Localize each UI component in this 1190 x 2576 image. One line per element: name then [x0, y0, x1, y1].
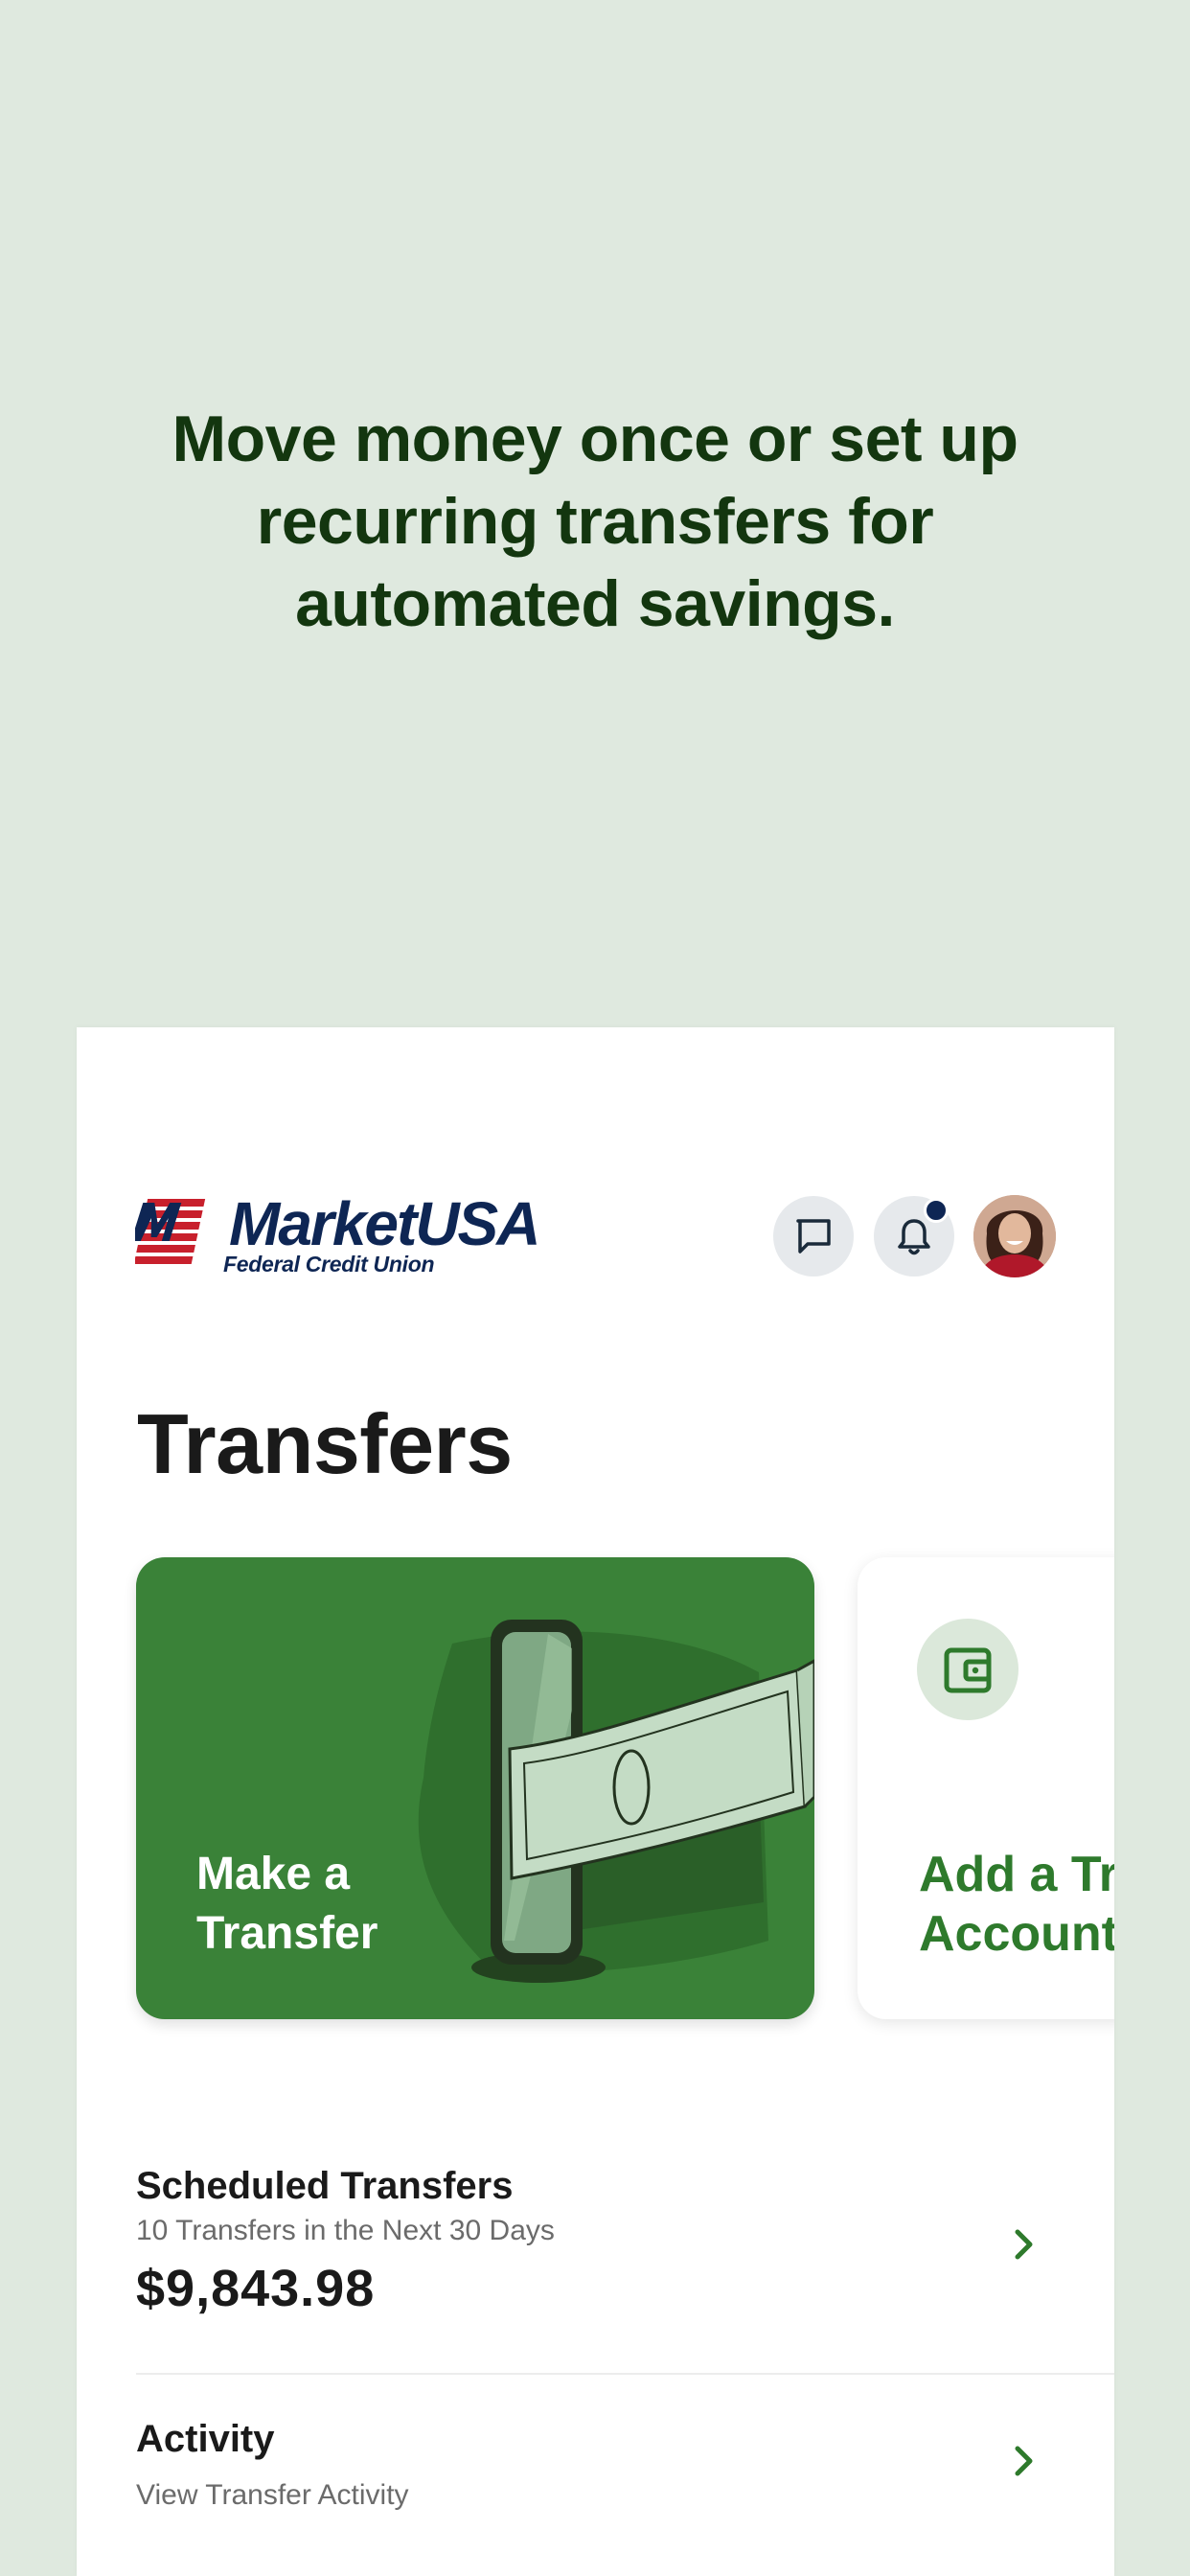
logo-brand-text: MarketUSA [229, 1189, 540, 1258]
make-transfer-card[interactable]: Make a Transfer [136, 1557, 814, 2019]
scheduled-transfers-subtitle: 10 Transfers in the Next 30 Days [136, 2215, 555, 2246]
wallet-icon [944, 1647, 992, 1693]
chevron-right-icon [1004, 2225, 1042, 2264]
marketusa-logo: MarketUSA Federal Credit Union [135, 1193, 540, 1281]
row-divider [136, 2373, 1114, 2375]
activity-row[interactable]: Activity View Transfer Activity [136, 2417, 1114, 2551]
scheduled-transfers-title: Scheduled Transfers [136, 2165, 514, 2207]
flag-logo-icon [135, 1199, 206, 1264]
logo-subtitle-text: Federal Credit Union [223, 1252, 435, 1276]
activity-subtitle: View Transfer Activity [136, 2479, 409, 2511]
wallet-icon-circle [917, 1619, 1018, 1720]
chat-icon [796, 1219, 831, 1254]
notification-badge [924, 1198, 949, 1223]
make-transfer-label: Make a Transfer [196, 1849, 378, 1959]
page-title: Transfers [137, 1396, 513, 1491]
avatar-image [973, 1195, 1056, 1277]
app-screen: MarketUSA Federal Credit Union Transfers [77, 1027, 1114, 2576]
profile-avatar[interactable] [973, 1195, 1056, 1277]
scheduled-transfers-amount: $9,843.98 [136, 2260, 376, 2317]
add-transfer-account-label: Add a Transfer Account [919, 1847, 1114, 1962]
add-transfer-account-card[interactable]: Add a Transfer Account [858, 1557, 1114, 2019]
marketing-headline: Move money once or set up recurring tran… [172, 402, 1018, 640]
scheduled-transfers-row[interactable]: Scheduled Transfers 10 Transfers in the … [136, 2164, 1114, 2382]
activity-title: Activity [136, 2418, 275, 2460]
chat-button[interactable] [773, 1196, 854, 1276]
chevron-right-icon [1004, 2442, 1042, 2480]
notifications-button[interactable] [874, 1196, 954, 1276]
